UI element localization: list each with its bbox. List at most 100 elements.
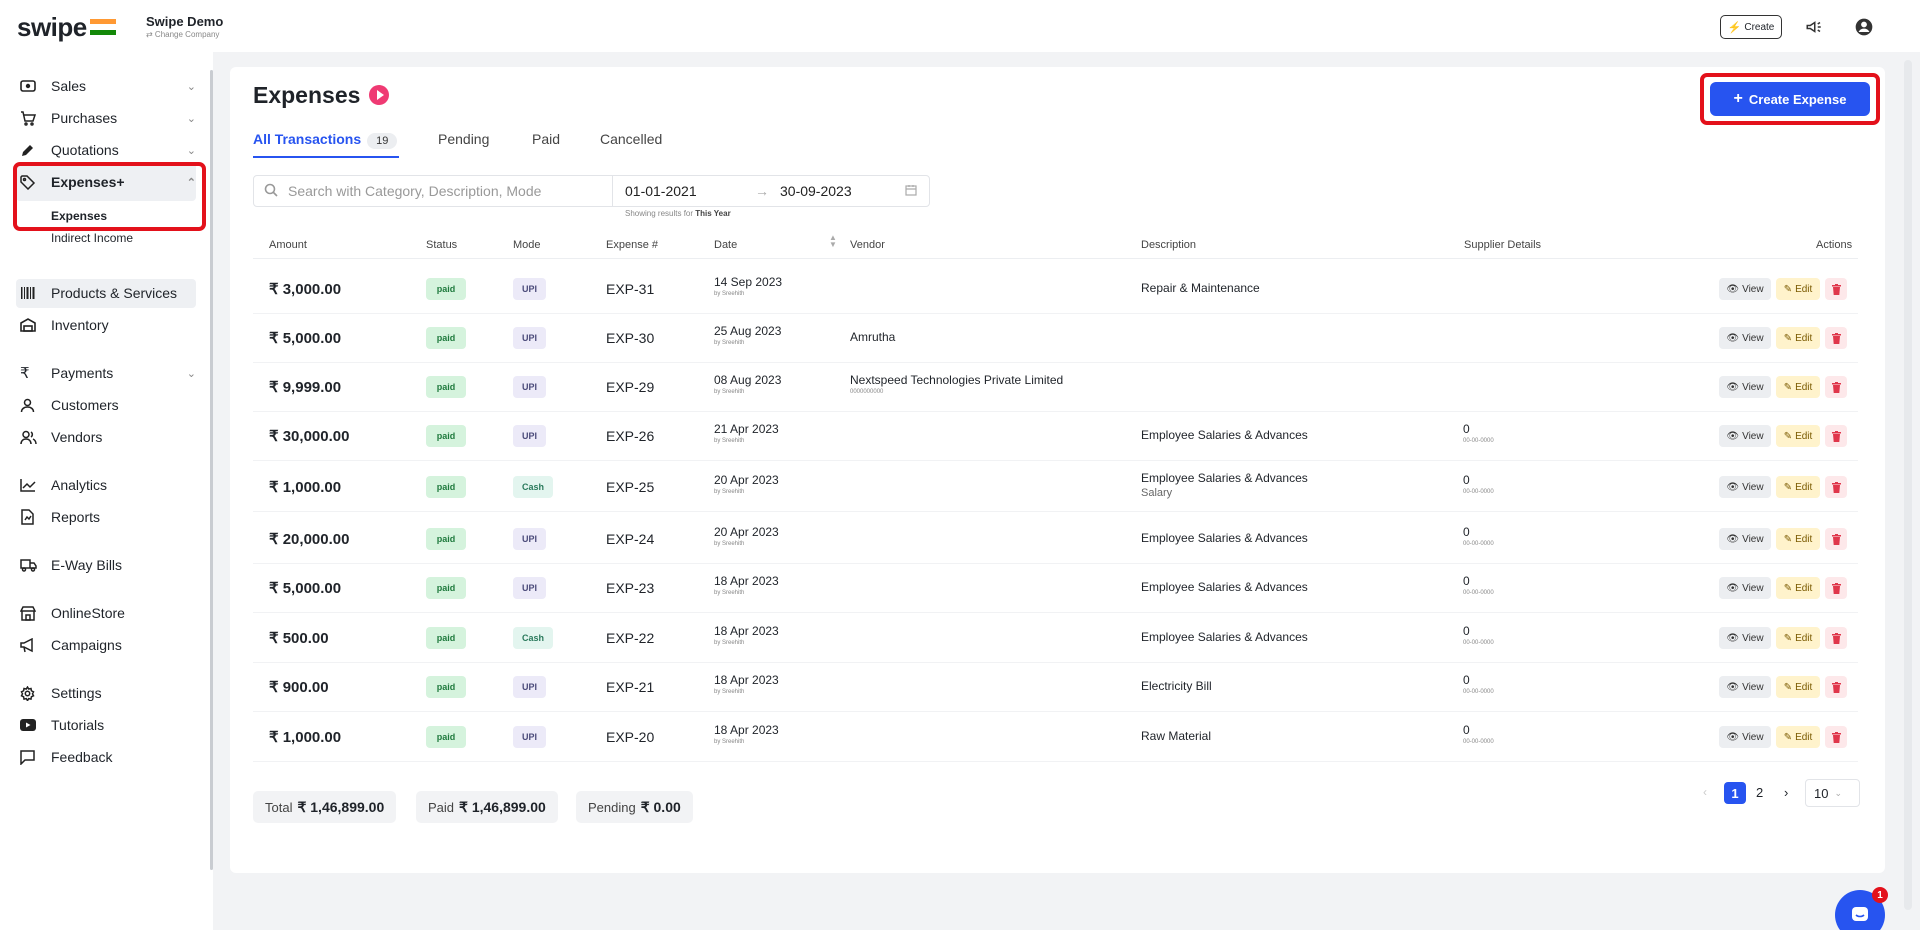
tab-pending[interactable]: Pending	[438, 131, 489, 147]
expense-number[interactable]: EXP-30	[606, 330, 654, 346]
view-button[interactable]: 👁 View	[1719, 376, 1771, 398]
date-from[interactable]: 01-01-2021	[625, 183, 697, 199]
tab-paid[interactable]: Paid	[532, 131, 560, 147]
delete-button[interactable]	[1825, 278, 1847, 300]
table-row[interactable]: ₹ 900.00 paid UPI EXP-21 18 Apr 2023 by Sreeh…	[253, 662, 1858, 712]
company-switcher[interactable]: Swipe Demo ⇄ Change Company	[146, 14, 223, 39]
table-row[interactable]: ₹ 500.00 paid Cash EXP-22 18 Apr 2023 by Sree…	[253, 613, 1858, 663]
view-button[interactable]: 👁 View	[1719, 627, 1771, 649]
table-row[interactable]: ₹ 9,999.00 paid UPI EXP-29 08 Aug 2023 by Sre…	[253, 362, 1858, 412]
sidebar-item-eway-bills[interactable]: E-Way Bills	[20, 553, 196, 577]
pagination-prev-icon[interactable]: ‹	[1703, 785, 1707, 799]
sidebar-item-purchases[interactable]: Purchases ⌄	[20, 106, 196, 130]
change-company-link[interactable]: ⇄ Change Company	[146, 30, 223, 39]
quick-create-button[interactable]: ⚡ Create	[1720, 15, 1782, 39]
view-button[interactable]: 👁 View	[1719, 278, 1771, 300]
edit-button[interactable]: ✎ Edit	[1776, 278, 1820, 300]
calendar-icon[interactable]	[905, 184, 917, 199]
edit-button[interactable]: ✎ Edit	[1776, 577, 1820, 599]
sidebar-item-sales[interactable]: Sales ⌄	[20, 74, 196, 98]
delete-button[interactable]	[1825, 476, 1847, 498]
view-button[interactable]: 👁 View	[1719, 726, 1771, 748]
sort-icon[interactable]: ▲ ▼	[829, 234, 837, 249]
edit-button[interactable]: ✎ Edit	[1776, 327, 1820, 349]
pagination-next-icon[interactable]: ›	[1784, 785, 1788, 800]
sidebar-item-settings[interactable]: Settings	[20, 681, 196, 705]
table-row[interactable]: ₹ 5,000.00 paid UPI EXP-23 18 Apr 2023 by Sre…	[253, 563, 1858, 613]
tab-all-transactions[interactable]: All Transactions 19	[253, 131, 398, 149]
vendor-name[interactable]: Amrutha	[850, 330, 895, 344]
view-button[interactable]: 👁 View	[1719, 425, 1771, 447]
edit-button[interactable]: ✎ Edit	[1776, 627, 1820, 649]
sidebar-item-products-services[interactable]: Products & Services	[20, 281, 196, 305]
expense-number[interactable]: EXP-22	[606, 630, 654, 646]
view-button[interactable]: 👁 View	[1719, 327, 1771, 349]
expense-number[interactable]: EXP-25	[606, 479, 654, 495]
expense-number[interactable]: EXP-23	[606, 580, 654, 596]
sidebar-item-reports[interactable]: Reports	[20, 505, 196, 529]
table-row[interactable]: ₹ 30,000.00 paid UPI EXP-26 21 Apr 2023 by Sr…	[253, 411, 1858, 461]
supplier-value: 0	[1463, 422, 1470, 436]
play-video-icon[interactable]	[369, 85, 389, 105]
edit-button[interactable]: ✎ Edit	[1776, 376, 1820, 398]
view-button[interactable]: 👁 View	[1719, 577, 1771, 599]
search-input[interactable]: Search with Category, Description, Mode	[253, 175, 613, 207]
expense-number[interactable]: EXP-29	[606, 379, 654, 395]
expense-number[interactable]: EXP-31	[606, 281, 654, 297]
edit-button[interactable]: ✎ Edit	[1776, 476, 1820, 498]
expense-number[interactable]: EXP-20	[606, 729, 654, 745]
delete-button[interactable]	[1825, 327, 1847, 349]
pagination-page-2[interactable]: 2	[1756, 785, 1763, 800]
edit-button[interactable]: ✎ Edit	[1776, 676, 1820, 698]
sidebar-item-tutorials[interactable]: Tutorials	[20, 713, 196, 737]
view-button[interactable]: 👁 View	[1719, 528, 1771, 550]
sidebar-item-quotations[interactable]: Quotations ⌄	[20, 138, 196, 162]
sidebar-scrollbar[interactable]	[210, 70, 213, 870]
delete-button[interactable]	[1825, 577, 1847, 599]
sidebar-item-inventory[interactable]: Inventory	[20, 313, 196, 337]
view-button[interactable]: 👁 View	[1719, 676, 1771, 698]
table-row[interactable]: ₹ 3,000.00 paid UPI EXP-31 14 Sep 2023 by Sre…	[253, 264, 1858, 314]
sidebar-subitem-indirect-income[interactable]: Indirect Income	[51, 231, 133, 245]
page-size-select[interactable]: 10 ⌄	[1805, 779, 1860, 807]
view-button[interactable]: 👁 View	[1719, 476, 1771, 498]
delete-button[interactable]	[1825, 528, 1847, 550]
date-to[interactable]: 30-09-2023	[780, 183, 852, 199]
sidebar-item-analytics[interactable]: Analytics	[20, 473, 196, 497]
delete-button[interactable]	[1825, 627, 1847, 649]
tab-cancelled[interactable]: Cancelled	[600, 131, 662, 147]
table-row[interactable]: ₹ 1,000.00 paid UPI EXP-20 18 Apr 2023 by Sre…	[253, 712, 1858, 762]
expense-number[interactable]: EXP-26	[606, 428, 654, 444]
sidebar-item-payments[interactable]: ₹ Payments ⌄	[20, 361, 196, 385]
page-scrollbar[interactable]	[1904, 60, 1912, 910]
delete-button[interactable]	[1825, 726, 1847, 748]
created-by: by Sreehith	[714, 739, 745, 745]
delete-button[interactable]	[1825, 676, 1847, 698]
delete-button[interactable]	[1825, 425, 1847, 447]
sidebar-item-customers[interactable]: Customers	[20, 393, 196, 417]
table-row[interactable]: ₹ 5,000.00 paid UPI EXP-30 25 Aug 2023 by Sre…	[253, 313, 1858, 363]
announcement-icon[interactable]	[1803, 16, 1825, 38]
edit-button[interactable]: ✎ Edit	[1776, 528, 1820, 550]
sidebar-item-onlinestore[interactable]: OnlineStore	[20, 601, 196, 625]
swipe-logo[interactable]: swipe	[17, 12, 87, 43]
edit-button[interactable]: ✎ Edit	[1776, 726, 1820, 748]
vendor-name[interactable]: Nextspeed Technologies Private Limited	[850, 373, 1063, 387]
profile-icon[interactable]	[1853, 16, 1875, 38]
header-date[interactable]: Date	[714, 239, 737, 251]
expense-number[interactable]: EXP-24	[606, 531, 654, 547]
delete-button[interactable]	[1825, 376, 1847, 398]
edit-icon: ✎	[1783, 582, 1793, 594]
table-row[interactable]: ₹ 20,000.00 paid UPI EXP-24 20 Apr 2023 by Sr…	[253, 514, 1858, 564]
date-range-picker[interactable]: 01-01-2021 → 30-09-2023	[612, 175, 930, 207]
table-row[interactable]: ₹ 1,000.00 paid Cash EXP-25 20 Apr 2023 by Sr…	[253, 462, 1858, 512]
edit-button[interactable]: ✎ Edit	[1776, 425, 1820, 447]
status-badge: paid	[426, 627, 466, 649]
date-cell: 20 Apr 2023 by Sreehith	[714, 473, 779, 495]
description-value: Repair & Maintenance	[1141, 281, 1260, 295]
pagination-page-1[interactable]: 1	[1724, 782, 1746, 804]
expense-number[interactable]: EXP-21	[606, 679, 654, 695]
sidebar-item-vendors[interactable]: Vendors	[20, 425, 196, 449]
sidebar-item-campaigns[interactable]: Campaigns	[20, 633, 196, 657]
sidebar-item-feedback[interactable]: Feedback	[20, 745, 196, 769]
